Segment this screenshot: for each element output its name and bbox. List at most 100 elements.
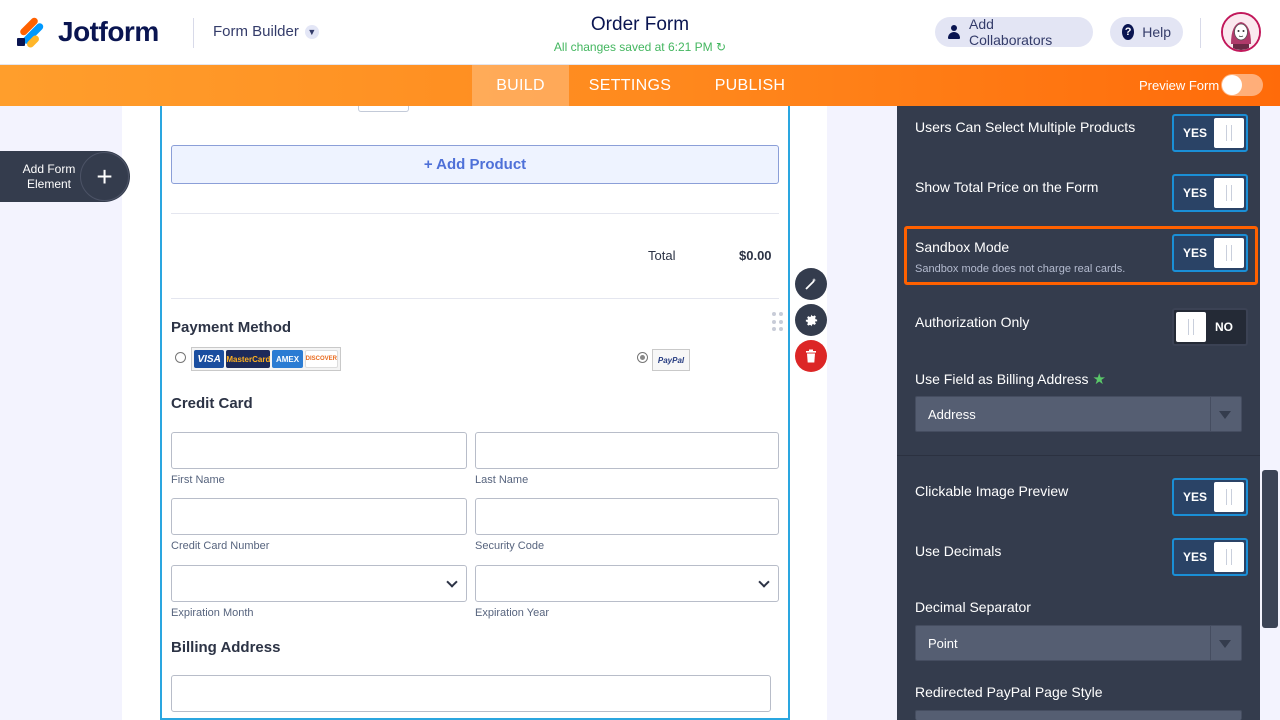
dropdown-separator: [1210, 397, 1211, 431]
help-button[interactable]: ? Help: [1110, 17, 1183, 47]
card-number-input[interactable]: [171, 498, 467, 535]
divider: [193, 18, 194, 48]
panel-scrollbar[interactable]: [1262, 470, 1278, 628]
decimal-separator-dropdown[interactable]: Point: [915, 625, 1242, 661]
decimal-separator-value: Point: [928, 636, 958, 651]
billing-address-title: Billing Address: [171, 639, 281, 656]
form-title-area: Order Form All changes saved at 6:21 PM …: [490, 14, 790, 54]
toggle-state: YES: [1183, 186, 1208, 200]
top-header: Jotform Form Builder ▼ Order Form All ch…: [0, 0, 1280, 65]
toggle-state: YES: [1183, 246, 1208, 260]
first-name-label: First Name: [171, 474, 225, 486]
billing-field-label: Use Field as Billing Address: [915, 371, 1089, 387]
magic-wand-button[interactable]: [795, 268, 827, 300]
image-preview-toggle[interactable]: YES: [1172, 478, 1248, 516]
paypal-radio[interactable]: [637, 352, 648, 363]
preview-toggle-knob: [1222, 75, 1242, 95]
sandbox-mode-description: Sandbox mode does not charge real cards.: [915, 263, 1126, 275]
question-icon: ?: [1122, 24, 1135, 40]
form-builder-label: Form Builder: [213, 23, 299, 40]
gear-icon: [805, 314, 817, 326]
expiration-month-label: Expiration Month: [171, 607, 254, 619]
jotform-logo-icon: [16, 16, 46, 49]
card-number-label: Credit Card Number: [171, 540, 270, 552]
delete-field-button[interactable]: [795, 340, 827, 372]
image-preview-label: Clickable Image Preview: [915, 483, 1069, 499]
divider: [1200, 18, 1201, 48]
toggle-state: YES: [1183, 550, 1208, 564]
chevron-down-icon: [758, 576, 770, 588]
chevron-down-icon: [446, 576, 458, 588]
divider: [171, 213, 779, 214]
toggle-knob: [1176, 312, 1206, 342]
trash-icon: [806, 349, 816, 363]
caret-down-icon: [1219, 640, 1231, 648]
total-label: Total: [648, 248, 676, 263]
multiple-products-toggle[interactable]: YES: [1172, 114, 1248, 152]
logo-text: Jotform: [58, 16, 159, 47]
credit-card-radio[interactable]: [175, 352, 186, 363]
preview-form-label: Preview Form: [1139, 78, 1220, 93]
security-code-input[interactable]: [475, 498, 779, 535]
credit-card-title: Credit Card: [171, 395, 253, 412]
refresh-icon: ↻: [716, 40, 727, 54]
tab-settings[interactable]: SETTINGS: [584, 65, 676, 106]
sandbox-mode-label: Sandbox Mode: [915, 239, 1010, 255]
billing-field-label-row: Use Field as Billing Address ★: [915, 370, 1106, 388]
divider: [171, 298, 779, 299]
add-collaborators-button[interactable]: Add Collaborators: [935, 16, 1093, 48]
toggle-knob: [1214, 542, 1244, 572]
billing-address-input[interactable]: [171, 675, 771, 712]
jotform-logo[interactable]: Jotform: [16, 16, 159, 49]
show-total-toggle[interactable]: YES: [1172, 174, 1248, 212]
card-logos: VISA MasterCard AMEX DISCOVER: [191, 347, 341, 371]
total-value: $0.00: [739, 248, 772, 263]
expiration-month-select[interactable]: [171, 565, 467, 602]
form-title[interactable]: Order Form: [490, 14, 790, 36]
toggle-knob: [1214, 238, 1244, 268]
security-code-label: Security Code: [475, 540, 545, 552]
use-decimals-toggle[interactable]: YES: [1172, 538, 1248, 576]
person-icon: [947, 25, 961, 39]
show-total-label: Show Total Price on the Form: [915, 179, 1099, 195]
dropdown-separator: [1210, 626, 1211, 660]
paypal-style-dropdown[interactable]: [915, 710, 1242, 720]
paypal-logo: PayPal: [652, 349, 690, 371]
chevron-down-icon: ▼: [304, 24, 319, 39]
last-name-label: Last Name: [475, 474, 529, 486]
selected-field-outline: [160, 106, 790, 720]
plus-icon: +: [80, 152, 129, 201]
toggle-knob: [1214, 118, 1244, 148]
sandbox-mode-toggle[interactable]: YES: [1172, 234, 1248, 272]
avatar-image: [1223, 14, 1259, 50]
toggle-knob: [1214, 178, 1244, 208]
add-form-element-button[interactable]: Add Form Element +: [0, 151, 130, 202]
payment-method-title: Payment Method: [171, 319, 292, 336]
discover-logo: DISCOVER: [304, 350, 339, 368]
visa-logo: VISA: [194, 350, 225, 368]
expiration-year-label: Expiration Year: [475, 607, 549, 619]
multiple-products-label: Users Can Select Multiple Products: [915, 119, 1136, 135]
magic-wand-icon: [805, 278, 817, 290]
toggle-knob: [1214, 482, 1244, 512]
toggle-state: YES: [1183, 490, 1208, 504]
form-builder-menu[interactable]: Form Builder ▼: [213, 23, 319, 40]
help-label: Help: [1142, 24, 1171, 40]
expiration-year-select[interactable]: [475, 565, 779, 602]
tab-build[interactable]: BUILD: [472, 65, 569, 106]
add-collaborators-label: Add Collaborators: [969, 16, 1053, 48]
last-name-input[interactable]: [475, 432, 779, 469]
add-product-button[interactable]: + Add Product: [171, 145, 779, 184]
billing-field-dropdown[interactable]: Address: [915, 396, 1242, 432]
billing-field-value: Address: [928, 407, 976, 422]
tab-publish[interactable]: PUBLISH: [708, 65, 792, 106]
authorization-only-label: Authorization Only: [915, 314, 1030, 330]
authorization-only-toggle[interactable]: NO: [1172, 308, 1248, 346]
field-settings-button[interactable]: [795, 304, 827, 336]
drag-handle-icon[interactable]: [772, 312, 783, 332]
avatar[interactable]: [1221, 12, 1261, 52]
first-name-input[interactable]: [171, 432, 467, 469]
paypal-style-label: Redirected PayPal Page Style: [915, 684, 1103, 700]
divider: [897, 455, 1260, 456]
star-icon: ★: [1092, 371, 1106, 388]
